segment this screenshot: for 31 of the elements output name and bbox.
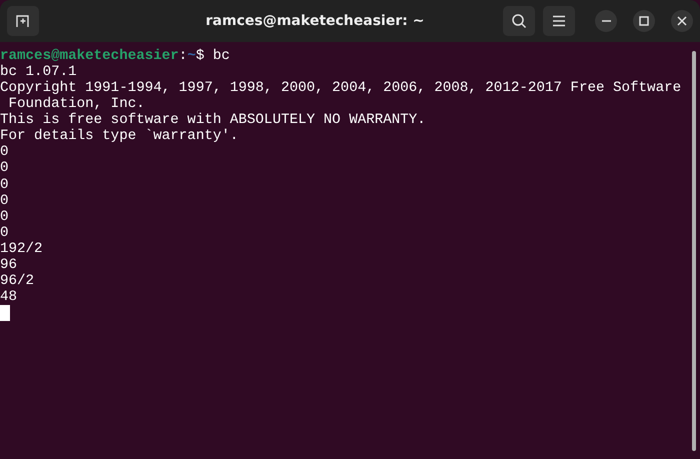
output-line: This is free software with ABSOLUTELY NO WARRANTY. bbox=[0, 112, 426, 128]
prompt-line: ramces@maketecheasier:~$ bc bbox=[0, 48, 230, 64]
minimize-icon bbox=[602, 20, 610, 22]
output-line: Copyright 1991-1994, 1997, 1998, 2000, 2004, 2006, 2008, 2012-2017 Free Software bbox=[0, 80, 682, 96]
output-line: 0 bbox=[0, 176, 9, 193]
output-line: 0 bbox=[0, 208, 9, 225]
new-tab-button[interactable] bbox=[7, 6, 39, 36]
scrollbar[interactable] bbox=[692, 51, 696, 451]
close-icon bbox=[677, 16, 687, 26]
window-title: ramces@maketecheasier: ~ bbox=[204, 13, 426, 29]
search-icon bbox=[511, 13, 527, 29]
close-button[interactable] bbox=[671, 10, 693, 32]
output-line: 96 bbox=[0, 256, 18, 273]
maximize-button[interactable] bbox=[633, 10, 655, 32]
output-line: bc 1.07.1 bbox=[0, 64, 77, 80]
maximize-icon bbox=[639, 16, 649, 26]
menu-button[interactable] bbox=[543, 6, 575, 36]
output-line: 0 bbox=[0, 144, 9, 160]
output-line: 192/2 bbox=[0, 240, 43, 257]
new-tab-icon bbox=[15, 13, 31, 29]
menu-icon bbox=[552, 15, 566, 27]
text-cursor bbox=[0, 305, 10, 321]
output-line: Foundation, Inc. bbox=[8, 96, 145, 112]
output-line: 0 bbox=[0, 160, 9, 176]
output-line: 0 bbox=[0, 192, 9, 209]
search-button[interactable] bbox=[503, 6, 535, 36]
output-line: 96/2 bbox=[0, 272, 34, 289]
output-line: 48 bbox=[0, 288, 18, 305]
minimize-button[interactable] bbox=[595, 10, 617, 32]
output-line: For details type `warranty'. bbox=[0, 128, 238, 144]
output-line: 0 bbox=[0, 224, 9, 241]
